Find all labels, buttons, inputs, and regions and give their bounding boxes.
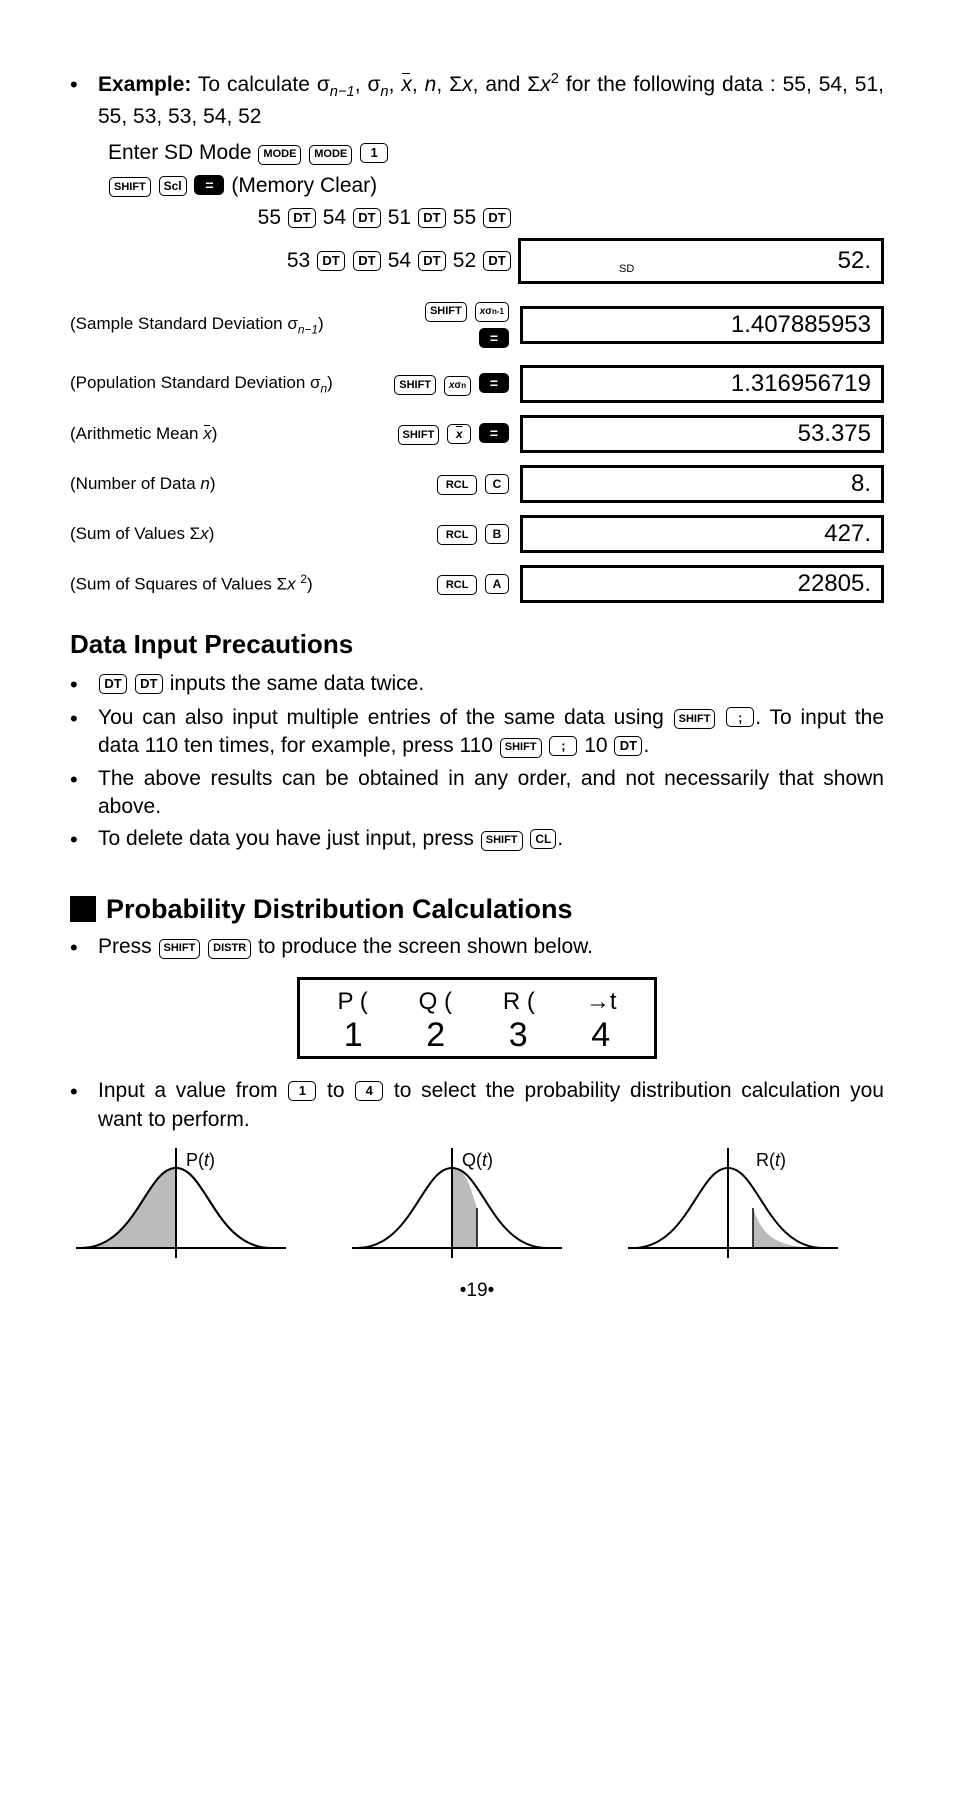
result-keys: RCL A — [390, 570, 520, 598]
rcl-key: RCL — [437, 475, 477, 495]
curve-p: P(t) — [76, 1148, 326, 1268]
dt-key: DT — [483, 251, 511, 271]
dt-key: DT — [614, 736, 642, 756]
rcl-key: RCL — [437, 525, 477, 545]
equals-key: = — [479, 328, 509, 348]
shift-key: SHIFT — [398, 425, 440, 445]
result-label: (Arithmetic Mean x) — [70, 423, 390, 446]
curve-r: R(t) — [628, 1148, 878, 1268]
one-key: 1 — [288, 1081, 316, 1101]
result-keys: RCL B — [390, 520, 520, 548]
shift-key: SHIFT — [159, 939, 201, 959]
dt-key: DT — [353, 208, 381, 228]
dt-key: DT — [418, 251, 446, 271]
shift-key: SHIFT — [500, 738, 542, 758]
equals-key: = — [479, 373, 509, 393]
bullet-dot: • — [70, 70, 98, 131]
precautions-list: • DT DT inputs the same data twice. • Yo… — [70, 670, 884, 855]
screen-value: 52. — [838, 245, 871, 277]
result-row: (Arithmetic Mean x)SHIFT x =53.375 — [70, 415, 884, 453]
rcl-key: RCL — [437, 575, 477, 595]
result-row: (Sum of Values Σx)RCL B427. — [70, 515, 884, 553]
dt-key: DT — [288, 208, 316, 228]
semi-key: ; — [549, 736, 577, 756]
prec-2: • You can also input multiple entries of… — [70, 704, 884, 761]
result-box: 8. — [520, 465, 884, 503]
prob-b2: • Input a value from 1 to 4 to select th… — [70, 1077, 884, 1134]
one-key: 1 — [360, 143, 388, 163]
cl-key: CL — [530, 829, 556, 849]
sd-tag: SD — [619, 262, 634, 277]
example-label: Example: — [98, 73, 191, 96]
result-label: (Population Standard Deviation σn) — [70, 372, 390, 396]
prec-1: • DT DT inputs the same data twice. — [70, 670, 884, 700]
mode-key: MODE — [309, 145, 352, 165]
prob-b1: • Press SHIFT DISTR to produce the scree… — [70, 933, 884, 963]
precautions-title: Data Input Precautions — [70, 627, 884, 662]
stat-key: B — [485, 524, 509, 544]
example-text: Example: To calculate σn−1, σn, x, n, Σx… — [98, 70, 884, 131]
scl-key: Scl — [159, 176, 187, 196]
results-container: (Sample Standard Deviation σn−1)SHIFT xσ… — [70, 296, 884, 603]
prob-title: Probability Distribution Calculations — [106, 891, 573, 927]
shift-key: SHIFT — [425, 302, 467, 322]
equals-key: = — [479, 423, 509, 443]
result-box: 22805. — [520, 565, 884, 603]
mode-key: MODE — [258, 145, 301, 165]
entry-block: Enter SD Mode MODE MODE 1 SHIFT Scl = (M… — [108, 139, 884, 284]
result-label: (Sum of Values Σx) — [70, 523, 390, 546]
curves-row: P(t) Q(t) R(t) — [70, 1148, 884, 1268]
stat-key: A — [485, 574, 509, 594]
stat-key: xσn-1 — [475, 302, 509, 322]
dt-key: DT — [353, 251, 381, 271]
dt-key: DT — [418, 208, 446, 228]
mem-clear-line: SHIFT Scl = (Memory Clear) — [108, 172, 884, 200]
semi-key: ; — [726, 707, 754, 727]
result-keys: SHIFT xσn = — [390, 370, 520, 398]
data-row-1: 55 DT 54 DT 51 DT 55 DT — [108, 204, 884, 232]
result-label: (Sample Standard Deviation σn−1) — [70, 313, 390, 337]
result-row: (Population Standard Deviation σn)SHIFT … — [70, 365, 884, 403]
result-keys: SHIFT xσn-1 = — [390, 296, 520, 353]
result-box: 1.316956719 — [520, 365, 884, 403]
result-keys: SHIFT x = — [390, 420, 520, 448]
curve-q: Q(t) — [352, 1148, 602, 1268]
result-row: (Sum of Squares of Values Σx 2)RCL A2280… — [70, 565, 884, 603]
dt-key: DT — [483, 208, 511, 228]
data-row-2: 53 DT DT 54 DT 52 DT SD 52. — [108, 238, 884, 284]
shift-key: SHIFT — [481, 831, 523, 851]
square-bullet-icon — [70, 896, 96, 922]
bell-curve-r-icon — [628, 1148, 878, 1268]
dt-key: DT — [317, 251, 345, 271]
stat-key: x — [447, 424, 471, 444]
enter-sd-line: Enter SD Mode MODE MODE 1 — [108, 139, 884, 167]
dt-key: DT — [135, 674, 163, 694]
result-row: (Number of Data n)RCL C8. — [70, 465, 884, 503]
prec-4: • To delete data you have just input, pr… — [70, 825, 884, 855]
example-bullet: • Example: To calculate σn−1, σn, x, n, … — [70, 70, 884, 131]
shift-key: SHIFT — [394, 375, 436, 395]
result-box: 1.407885953 — [520, 306, 884, 344]
result-box: 53.375 — [520, 415, 884, 453]
result-label: (Sum of Squares of Values Σx 2) — [70, 571, 390, 597]
stat-key: xσn — [444, 376, 471, 396]
result-label: (Number of Data n) — [70, 473, 390, 496]
distr-screen: P ( Q ( R ( →t 1 2 3 4 — [297, 977, 657, 1059]
four-key: 4 — [355, 1081, 383, 1101]
screen-first: SD 52. — [518, 238, 884, 284]
prec-3: • The above results can be obtained in a… — [70, 765, 884, 822]
distr-key: DISTR — [208, 939, 251, 959]
equals-key: = — [194, 175, 224, 195]
stat-key: C — [485, 474, 509, 494]
shift-key: SHIFT — [109, 177, 151, 197]
result-keys: RCL C — [390, 470, 520, 498]
dt-key: DT — [99, 674, 127, 694]
page-footer: •19• — [70, 1278, 884, 1304]
result-row: (Sample Standard Deviation σn−1)SHIFT xσ… — [70, 296, 884, 353]
result-box: 427. — [520, 515, 884, 553]
prob-heading: Probability Distribution Calculations — [70, 891, 884, 927]
shift-key: SHIFT — [674, 709, 716, 729]
